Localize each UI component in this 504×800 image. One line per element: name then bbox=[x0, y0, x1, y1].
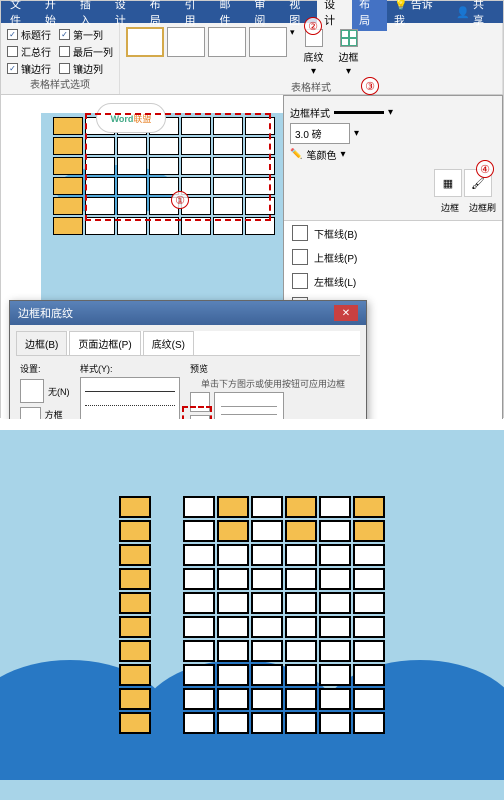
result-table-right bbox=[181, 494, 387, 736]
banded-col-checkbox[interactable]: 镶边列 bbox=[59, 61, 103, 76]
table-style-thumb[interactable] bbox=[126, 27, 164, 57]
first-col-checkbox[interactable]: ✓第一列 bbox=[59, 27, 103, 42]
annotation-4: ④ bbox=[476, 160, 494, 178]
word-window: 文件 开始 插入 设计 布局 引用 邮件 审阅 视图 设计 布局 💡 告诉我 👤… bbox=[0, 0, 504, 418]
menu-bar: 文件 开始 插入 设计 布局 引用 邮件 审阅 视图 设计 布局 💡 告诉我 👤… bbox=[1, 1, 503, 23]
tab-border[interactable]: 边框(B) bbox=[16, 331, 67, 355]
dropdown-icon[interactable]: ▾ bbox=[354, 128, 359, 139]
setting-none[interactable]: 无(N) bbox=[20, 379, 70, 403]
tab-page-border[interactable]: 页面边框(P) bbox=[69, 331, 140, 355]
annotation-2: ② bbox=[304, 17, 322, 35]
dialog-titlebar[interactable]: 边框和底纹✕ bbox=[10, 301, 366, 325]
border-tool-button[interactable]: ▦ bbox=[434, 169, 462, 197]
preview-hint: 单击下方图示或使用按钮可应用边框 bbox=[190, 377, 356, 390]
result-table-left bbox=[117, 494, 153, 736]
tab-shading[interactable]: 底纹(S) bbox=[143, 331, 194, 355]
border-style-label: 边框样式 bbox=[290, 105, 330, 120]
total-row-checkbox[interactable]: 汇总行 bbox=[7, 44, 51, 59]
ribbon: ✓标题行 ✓第一列 汇总行 最后一列 ✓镶边行 镶边列 表格样式选项 bbox=[1, 23, 503, 95]
table-style-thumb[interactable] bbox=[208, 27, 246, 57]
banded-row-checkbox[interactable]: ✓镶边行 bbox=[7, 61, 51, 76]
border-left-item[interactable]: 左框线(L) bbox=[284, 269, 502, 293]
header-row-checkbox[interactable]: ✓标题行 bbox=[7, 27, 51, 42]
style-dropdown-icon[interactable]: ▾ bbox=[290, 27, 295, 38]
border-top-item[interactable]: 上框线(P) bbox=[284, 245, 502, 269]
last-col-checkbox[interactable]: 最后一列 bbox=[59, 44, 113, 59]
annotation-6-marquee bbox=[182, 406, 212, 419]
dropdown-icon[interactable]: ▾ bbox=[388, 107, 393, 118]
border-bottom-item[interactable]: 下框线(B) bbox=[284, 221, 502, 245]
setting-label: 设置: bbox=[20, 362, 70, 375]
setting-box[interactable]: 方框(X) bbox=[20, 407, 70, 419]
pen-color-label: 笔颜色 bbox=[306, 147, 336, 162]
preview-display bbox=[214, 392, 284, 419]
table-style-options-group: ✓标题行 ✓第一列 汇总行 最后一列 ✓镶边行 镶边列 表格样式选项 bbox=[1, 23, 120, 94]
preview-label: 预览 bbox=[190, 362, 356, 375]
table-style-thumb[interactable] bbox=[249, 27, 287, 57]
result-panel bbox=[0, 430, 504, 800]
annotation-3: ③ bbox=[361, 77, 379, 95]
borders-shading-dialog: 边框和底纹✕ 边框(B) 页面边框(P) 底纹(S) 设置: 无(N) 方框(X… bbox=[9, 300, 367, 419]
border-weight-select[interactable]: 3.0 磅 bbox=[290, 123, 350, 144]
style-label: 样式(Y): bbox=[80, 362, 180, 375]
styles-label: 表格样式 bbox=[126, 79, 496, 94]
close-icon[interactable]: ✕ bbox=[334, 305, 358, 321]
document-canvas: Word联盟 ① 边框样式▾ 3.0 磅▾ ✏️ 笔颜色▾ ▦ 🖌 边框边框刷 bbox=[1, 95, 503, 419]
style-listbox[interactable] bbox=[80, 377, 180, 419]
options-label: 表格样式选项 bbox=[7, 76, 113, 91]
annotation-1: ① bbox=[171, 191, 189, 209]
table-style-thumb[interactable] bbox=[167, 27, 205, 57]
borders-button[interactable]: 边框▾ bbox=[333, 27, 365, 79]
